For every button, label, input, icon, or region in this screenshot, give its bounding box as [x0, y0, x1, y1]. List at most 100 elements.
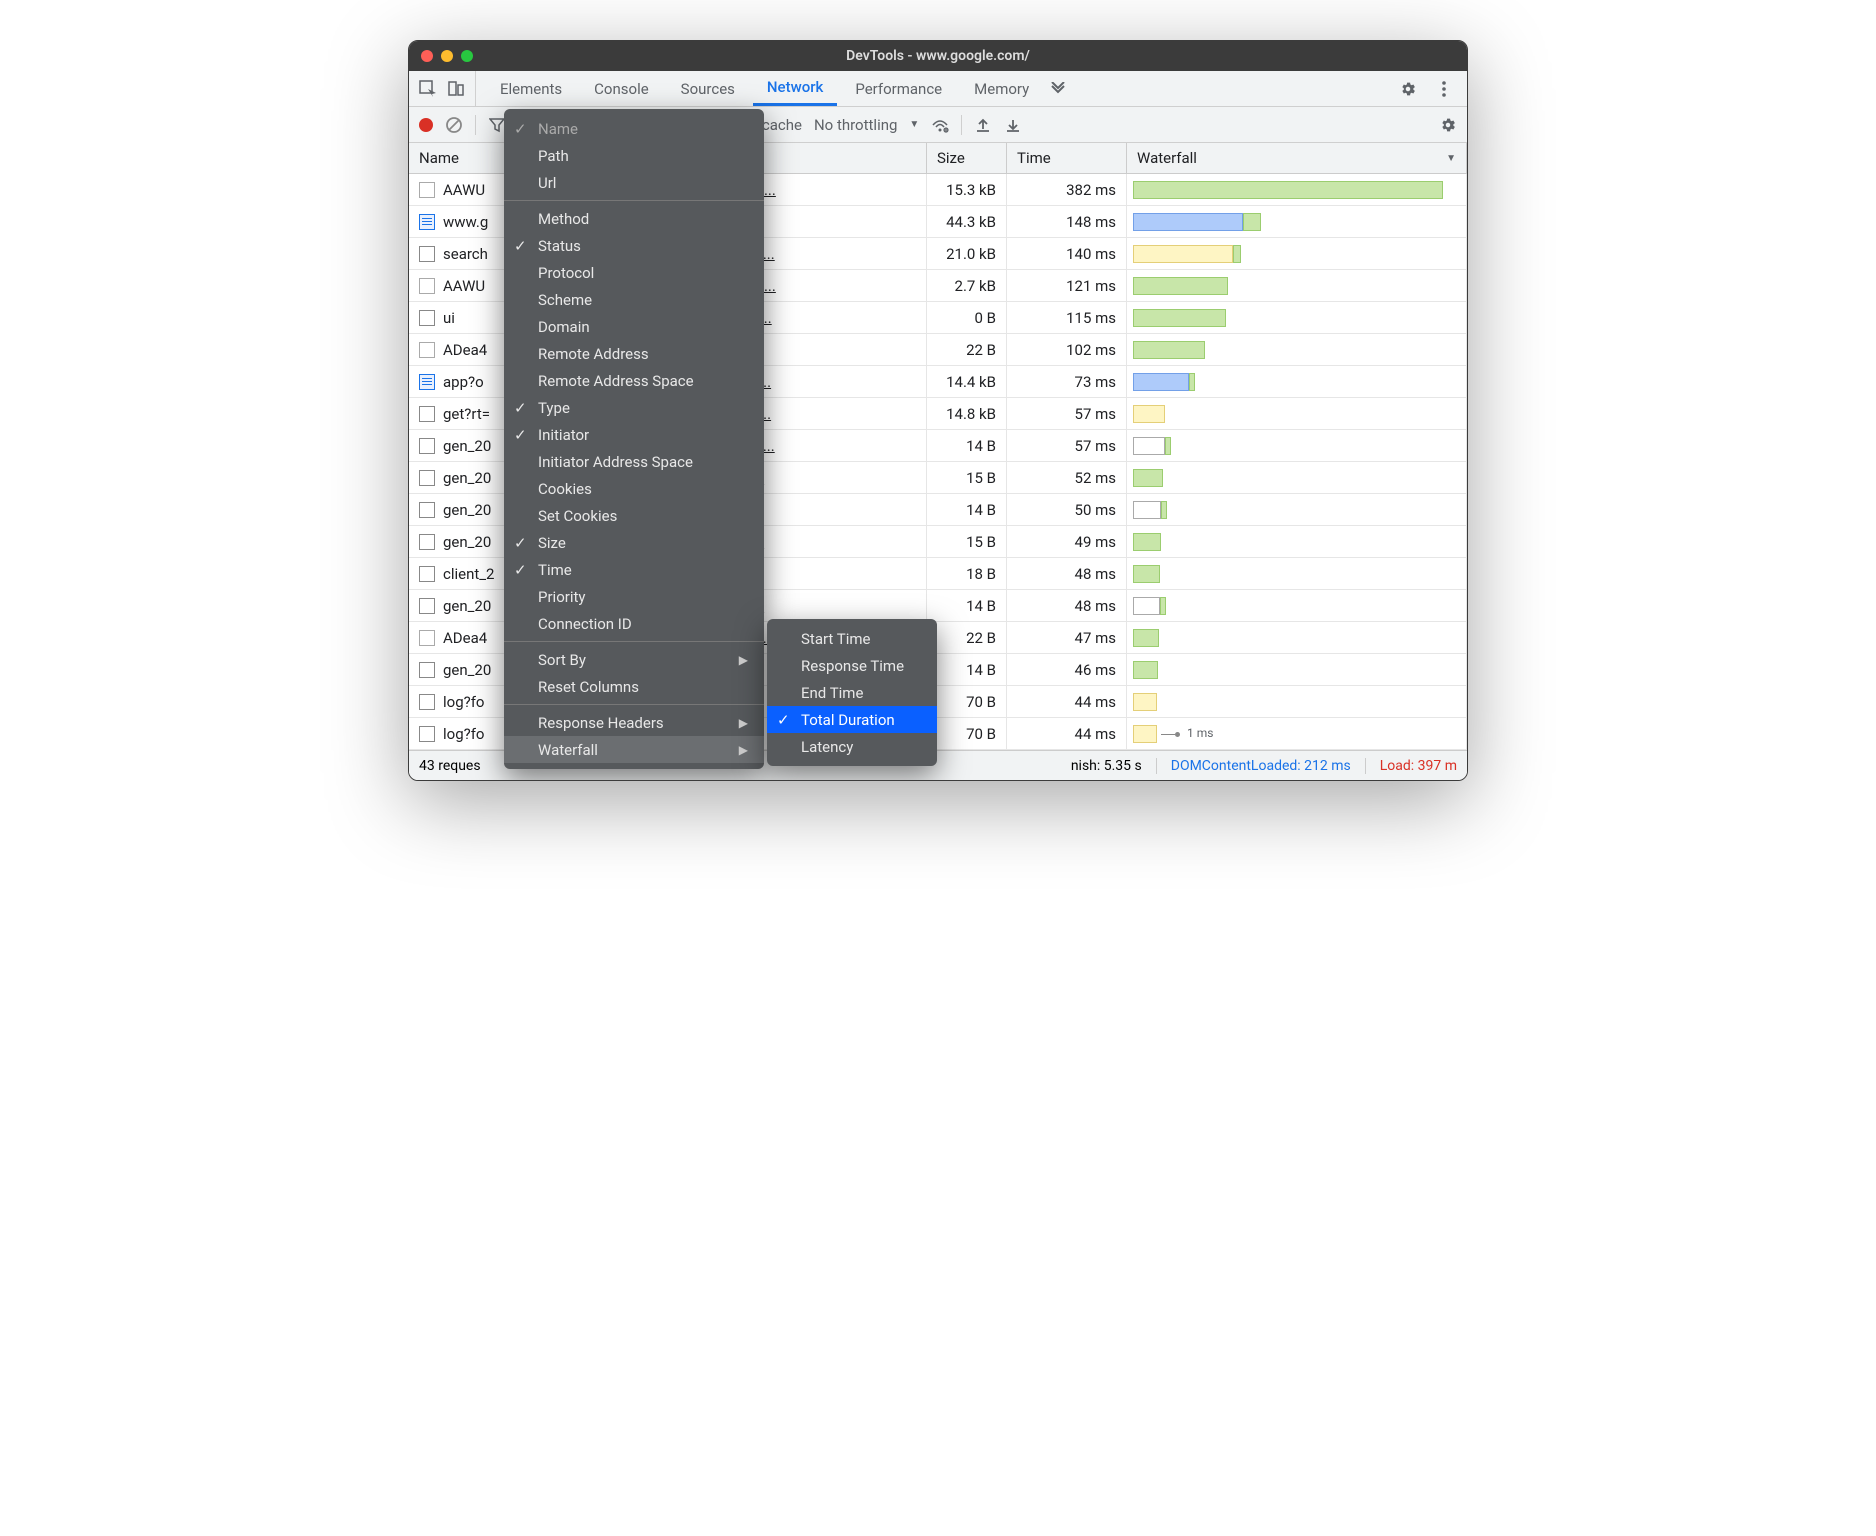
file-name-label: gen_20 — [443, 469, 491, 487]
file-type-icon — [419, 470, 435, 486]
throttling-select[interactable]: No throttling▼ — [814, 116, 919, 134]
table-row-waterfall — [1127, 462, 1467, 494]
record-button[interactable] — [419, 118, 433, 132]
context-menu-item-label: Sort By — [538, 651, 586, 669]
file-type-icon — [419, 630, 435, 646]
tab-sources[interactable]: Sources — [667, 71, 749, 106]
context-menu-item[interactable]: Priority — [504, 583, 764, 610]
table-row-waterfall — [1127, 302, 1467, 334]
column-header-waterfall[interactable]: Waterfall ▼ — [1127, 143, 1467, 174]
status-finish: nish: 5.35 s — [1071, 758, 1142, 774]
context-menu-item[interactable]: Method — [504, 205, 764, 232]
close-icon[interactable] — [421, 50, 433, 62]
table-row-time: 148 ms — [1007, 206, 1127, 238]
file-type-icon — [419, 534, 435, 550]
table-row-time: 57 ms — [1007, 398, 1127, 430]
zoom-icon[interactable] — [461, 50, 473, 62]
column-context-menu[interactable]: ✓ Name PathUrl Method✓Status Protocol Scheme D… — [504, 109, 764, 769]
context-menu-item-label: Size — [538, 534, 566, 552]
context-menu-item-label: Name — [538, 120, 578, 138]
file-type-icon — [419, 246, 435, 262]
context-menu-item-label: Response Headers — [538, 714, 664, 732]
window-title: DevTools - www.google.com/ — [409, 48, 1467, 64]
download-har-icon[interactable] — [1004, 116, 1022, 134]
tab-memory[interactable]: Memory — [960, 71, 1043, 106]
file-type-icon — [419, 182, 435, 198]
tab-performance[interactable]: Performance — [841, 71, 956, 106]
table-row-size: 0 B — [927, 302, 1007, 334]
waterfall-bar-label: 1 ms — [1187, 726, 1213, 740]
table-row-size: 18 B — [927, 558, 1007, 590]
file-name-label: gen_20 — [443, 501, 491, 519]
submenu-arrow-icon: ▶ — [739, 743, 748, 757]
table-row-size: 22 B — [927, 622, 1007, 654]
context-menu-item[interactable]: ✓ Name — [504, 115, 764, 142]
context-menu-item[interactable]: Scheme — [504, 286, 764, 313]
clear-icon[interactable] — [445, 116, 463, 134]
check-icon: ✓ — [514, 534, 527, 552]
context-menu-item[interactable]: Initiator Address Space — [504, 448, 764, 475]
context-menu-item[interactable]: Remote Address Space — [504, 367, 764, 394]
check-icon: ✓ — [514, 399, 527, 417]
context-menu-item[interactable]: Reset Columns — [504, 673, 764, 700]
tab-network[interactable]: Network — [753, 71, 837, 106]
submenu-item[interactable]: Start Time — [767, 625, 937, 652]
context-menu-item[interactable]: ✓Status — [504, 232, 764, 259]
context-menu-item-label: Scheme — [538, 291, 592, 309]
context-menu-item[interactable]: Url — [504, 169, 764, 196]
minimize-icon[interactable] — [441, 50, 453, 62]
context-menu-item[interactable]: Response Headers ▶ — [504, 709, 764, 736]
file-name-label: client_2 — [443, 565, 495, 583]
dropdown-triangle-icon: ▼ — [1446, 153, 1456, 164]
context-menu-item[interactable]: ✓ Size — [504, 529, 764, 556]
table-row-waterfall — [1127, 686, 1467, 718]
submenu-item[interactable]: ✓Total Duration — [767, 706, 937, 733]
check-icon: ✓ — [514, 120, 527, 138]
submenu-item[interactable]: Latency — [767, 733, 937, 760]
table-row-size: 14.4 kB — [927, 366, 1007, 398]
table-row-size: 22 B — [927, 334, 1007, 366]
upload-har-icon[interactable] — [974, 116, 992, 134]
tab-elements[interactable]: Elements — [486, 71, 576, 106]
context-menu-item[interactable]: ✓Initiator — [504, 421, 764, 448]
file-name-label: ui — [443, 309, 455, 327]
table-row-size: 21.0 kB — [927, 238, 1007, 270]
waterfall-bar — [1133, 533, 1161, 551]
context-menu-item[interactable]: Waterfall▶ — [504, 736, 764, 763]
waterfall-submenu[interactable]: Start Time Response TimeEnd Time✓Total Du… — [767, 619, 937, 766]
more-tabs-icon[interactable] — [1049, 80, 1067, 98]
context-menu-item[interactable]: Path — [504, 142, 764, 169]
context-menu-item[interactable]: Remote Address — [504, 340, 764, 367]
context-menu-item-label: Connection ID — [538, 615, 632, 633]
context-menu-item-label: Remote Address Space — [538, 372, 694, 390]
context-menu-item[interactable]: Sort By▶ — [504, 646, 764, 673]
submenu-item[interactable]: Response Time — [767, 652, 937, 679]
context-menu-item[interactable]: Connection ID — [504, 610, 764, 637]
table-row-time: 57 ms — [1007, 430, 1127, 462]
context-menu-item[interactable]: Domain — [504, 313, 764, 340]
submenu-item-label: Start Time — [801, 630, 870, 648]
network-conditions-icon[interactable] — [931, 116, 949, 134]
tab-console[interactable]: Console — [580, 71, 663, 106]
context-menu-item-label: Protocol — [538, 264, 594, 282]
kebab-menu-icon[interactable] — [1435, 80, 1453, 98]
context-menu-item[interactable]: Set Cookies — [504, 502, 764, 529]
table-row-waterfall — [1127, 558, 1467, 590]
submenu-item[interactable]: End Time — [767, 679, 937, 706]
context-menu-item[interactable]: Protocol — [504, 259, 764, 286]
context-menu-item[interactable]: ✓Time — [504, 556, 764, 583]
context-menu-item[interactable]: Cookies — [504, 475, 764, 502]
device-toggle-icon[interactable] — [447, 80, 465, 98]
file-name-label: app?o — [443, 373, 484, 391]
column-header-time[interactable]: Time — [1007, 143, 1127, 174]
panel-settings-gear-icon[interactable] — [1439, 116, 1457, 134]
column-header-size[interactable]: Size — [927, 143, 1007, 174]
file-name-label: www.g — [443, 213, 488, 231]
submenu-arrow-icon: ▶ — [739, 716, 748, 730]
settings-gear-icon[interactable] — [1399, 80, 1417, 98]
waterfall-bar — [1133, 501, 1161, 519]
file-type-icon — [419, 726, 435, 742]
context-menu-item[interactable]: ✓Type — [504, 394, 764, 421]
file-name-label: ADea4 — [443, 629, 487, 647]
inspect-element-icon[interactable] — [419, 80, 437, 98]
